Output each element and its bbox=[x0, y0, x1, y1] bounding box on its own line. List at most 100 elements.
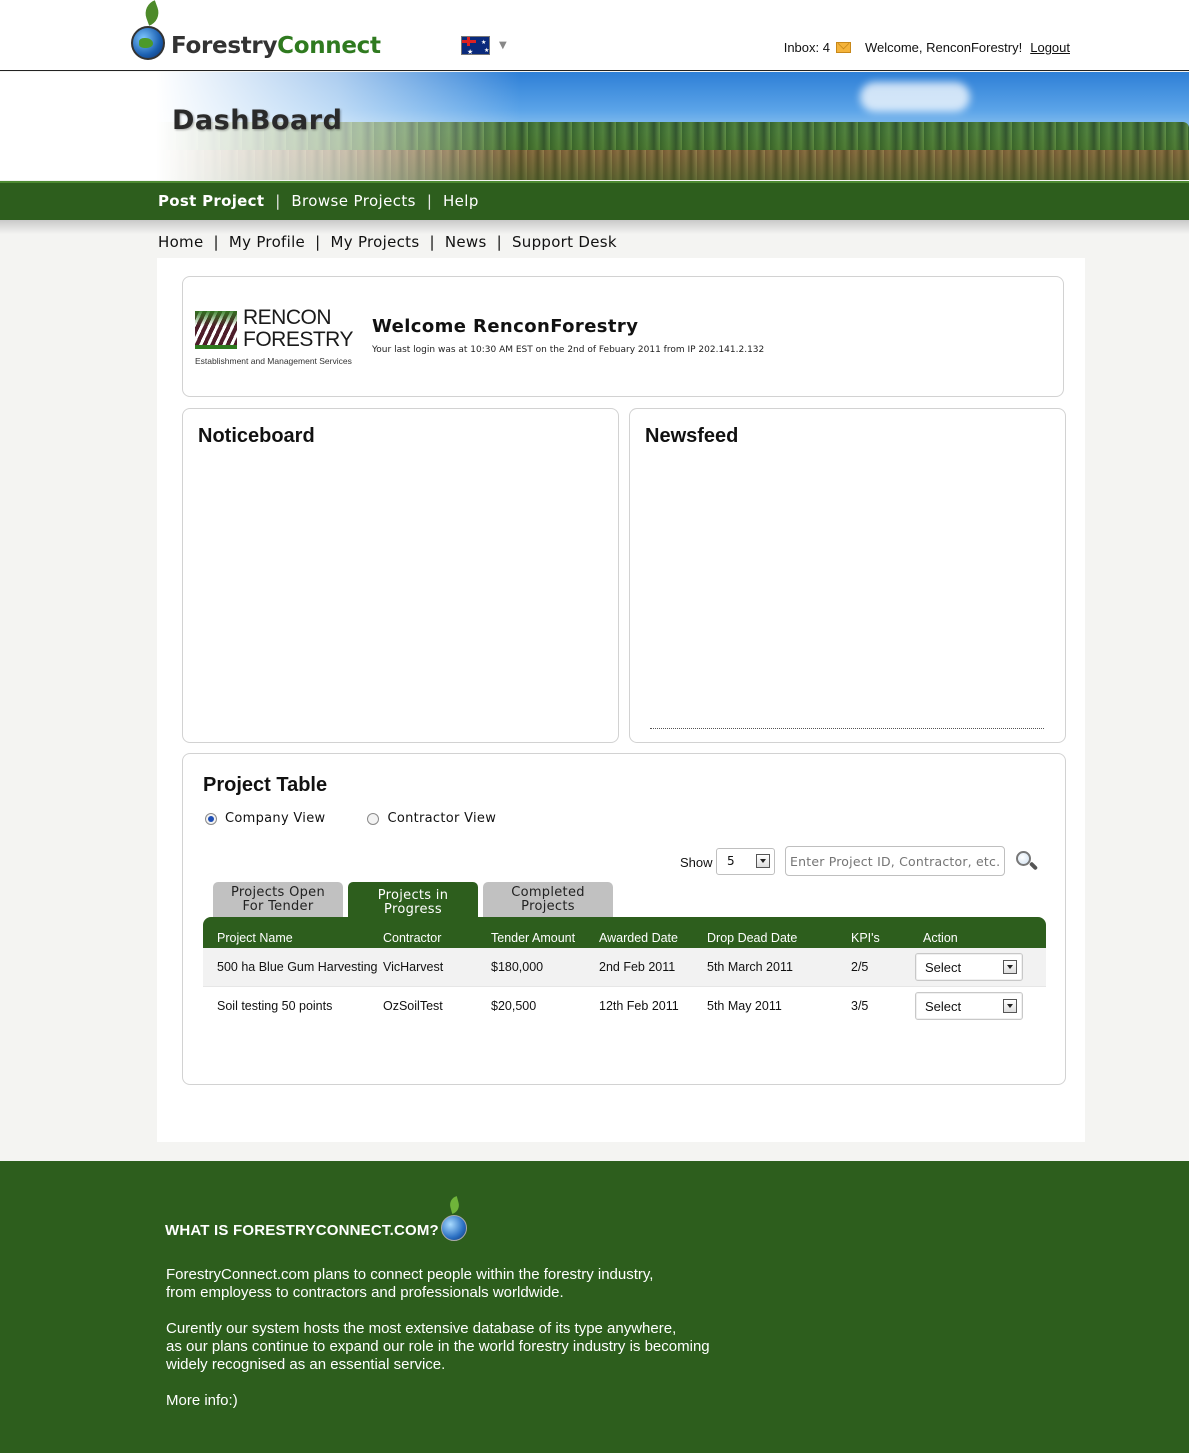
company-view-label[interactable]: Company View bbox=[225, 811, 325, 826]
footer: WHAT IS FORESTRYCONNECT.COM? ForestryCon… bbox=[0, 1161, 1189, 1453]
column-kpis[interactable]: KPI's bbox=[851, 931, 923, 945]
subnav-news[interactable]: News bbox=[445, 233, 487, 251]
table-row[interactable]: 500 ha Blue Gum Harvesting VicHarvest $1… bbox=[203, 948, 1046, 986]
rencon-logo-line2: FORESTRY bbox=[243, 328, 353, 351]
footer-text-line: as our plans continue to expand our role… bbox=[166, 1338, 710, 1355]
cell-kpis: 2/5 bbox=[851, 960, 869, 974]
flag-cross-vertical bbox=[467, 37, 470, 46]
project-table-card: Project Table Company View Contractor Vi… bbox=[182, 753, 1066, 1085]
rencon-logo-tagline: Establishment and Management Services bbox=[195, 356, 352, 366]
view-toggle: Company View Contractor View bbox=[205, 811, 538, 826]
inbox-link[interactable]: Inbox: 4 bbox=[784, 40, 830, 55]
tab-projects-open-for-tender[interactable]: Projects Open For Tender bbox=[213, 882, 343, 918]
action-select[interactable]: Select bbox=[915, 991, 1023, 1020]
cell-project-name[interactable]: Soil testing 50 points bbox=[203, 999, 383, 1013]
chevron-down-icon[interactable] bbox=[1003, 998, 1017, 1013]
leaf-icon bbox=[141, 0, 163, 26]
show-count-value: 5 bbox=[727, 854, 735, 868]
top-bar: ForestryConnect ★ ★ ★ ▼ Inbox: 4 Welcome… bbox=[0, 0, 1189, 71]
welcome-title: Welcome RenconForestry bbox=[372, 316, 639, 337]
subnav-separator: | bbox=[429, 233, 435, 251]
nav-post-project[interactable]: Post Project bbox=[158, 192, 264, 210]
table-header: Project Name Contractor Tender Amount Aw… bbox=[203, 917, 1046, 948]
banner-clouds bbox=[860, 82, 970, 112]
subnav-home[interactable]: Home bbox=[158, 233, 204, 251]
tab-label-line2: For Tender bbox=[242, 899, 314, 914]
nav-separator: | bbox=[426, 192, 432, 210]
company-view-radio[interactable] bbox=[205, 812, 217, 825]
action-select-value: Select bbox=[925, 998, 962, 1014]
footer-text-line: ForestryConnect.com plans to connect peo… bbox=[166, 1266, 654, 1283]
nav-separator: | bbox=[275, 192, 281, 210]
column-contractor[interactable]: Contractor bbox=[383, 931, 491, 945]
subnav-separator: | bbox=[213, 233, 219, 251]
welcome-card: RENCON FORESTRY Establishment and Managem… bbox=[182, 276, 1064, 397]
noticeboard-title: Noticeboard bbox=[198, 425, 315, 447]
rencon-logo-mark bbox=[195, 311, 237, 349]
cell-project-name[interactable]: 500 ha Blue Gum Harvesting bbox=[203, 960, 383, 974]
mail-icon[interactable] bbox=[835, 42, 851, 53]
sub-nav: Home | My Profile | My Projects | News |… bbox=[158, 233, 617, 251]
flag-star: ★ bbox=[467, 48, 474, 55]
nav-browse-projects[interactable]: Browse Projects bbox=[291, 192, 416, 210]
tab-label-line1: Projects in bbox=[377, 888, 449, 903]
footer-title: WHAT IS FORESTRYCONNECT.COM? bbox=[165, 1222, 439, 1239]
column-project-name[interactable]: Project Name bbox=[203, 931, 383, 945]
logo-text: ForestryConnect bbox=[171, 33, 381, 59]
column-awarded-date[interactable]: Awarded Date bbox=[599, 931, 707, 945]
footer-paragraph-1: ForestryConnect.com plans to connect peo… bbox=[166, 1266, 653, 1302]
subnav-my-projects[interactable]: My Projects bbox=[330, 233, 419, 251]
page-title: DashBoard bbox=[172, 105, 343, 136]
footer-text-line: from employess to contractors and profes… bbox=[166, 1284, 564, 1301]
flag-star: ★ bbox=[484, 47, 490, 54]
footer-logo-icon bbox=[440, 1196, 468, 1241]
chevron-down-icon[interactable] bbox=[756, 854, 770, 868]
tab-label-line2: Projects bbox=[521, 899, 575, 914]
cell-drop-dead-date: 5th May 2011 bbox=[707, 998, 782, 1013]
leaf-icon bbox=[448, 1196, 461, 1214]
project-search-input[interactable] bbox=[785, 846, 1005, 876]
contractor-view-radio[interactable] bbox=[367, 812, 380, 825]
subnav-separator: | bbox=[496, 233, 502, 251]
show-count-select[interactable]: 5 bbox=[716, 848, 775, 875]
content-panel: RENCON FORESTRY Establishment and Managem… bbox=[157, 258, 1085, 1142]
cell-tender-amount: $20,500 bbox=[491, 998, 537, 1013]
main-nav: Post Project | Browse Projects | Help bbox=[0, 181, 1189, 220]
rencon-logo-text: RENCON FORESTRY bbox=[243, 307, 353, 351]
noticeboard-card: Noticeboard bbox=[182, 408, 619, 743]
footer-paragraph-2: Curently our system hosts the most exten… bbox=[166, 1320, 710, 1374]
action-select[interactable]: Select bbox=[915, 953, 1023, 981]
rencon-forestry-logo: RENCON FORESTRY Establishment and Managem… bbox=[195, 307, 355, 367]
show-label: Show bbox=[680, 855, 713, 870]
australia-flag-icon[interactable]: ★ ★ ★ bbox=[461, 36, 490, 55]
project-table-title: Project Table bbox=[203, 774, 328, 796]
more-info-link[interactable]: More info:) bbox=[166, 1392, 238, 1410]
nav-shadow bbox=[0, 220, 1189, 234]
nav-help[interactable]: Help bbox=[443, 192, 479, 210]
subnav-support-desk[interactable]: Support Desk bbox=[512, 233, 617, 251]
cell-contractor: VicHarvest bbox=[383, 960, 444, 974]
column-action: Action bbox=[923, 931, 958, 945]
forestryconnect-logo[interactable]: ForestryConnect bbox=[127, 0, 381, 66]
action-select-value: Select bbox=[925, 960, 962, 975]
cell-action: Select bbox=[915, 991, 1043, 1020]
chevron-down-icon[interactable] bbox=[1003, 960, 1017, 974]
welcome-user-text: Welcome, RenconForestry! bbox=[864, 40, 1023, 55]
tab-projects-in-progress[interactable]: Projects in Progress bbox=[348, 882, 478, 918]
column-tender-amount[interactable]: Tender Amount bbox=[491, 931, 599, 945]
tab-label-line1: Completed bbox=[511, 885, 585, 900]
table-row[interactable]: Soil testing 50 points OzSoilTest $20,50… bbox=[203, 986, 1046, 1024]
user-area: Inbox: 4 Welcome, RenconForestry! Logout bbox=[784, 40, 1070, 55]
tab-completed-projects[interactable]: Completed Projects bbox=[483, 882, 613, 918]
cell-action: Select bbox=[915, 953, 1043, 981]
column-drop-dead-date[interactable]: Drop Dead Date bbox=[707, 931, 851, 945]
logout-link[interactable]: Logout bbox=[1030, 40, 1070, 55]
search-icon[interactable] bbox=[1014, 850, 1042, 874]
cell-tender-amount: $180,000 bbox=[491, 960, 544, 974]
project-tabs: Projects Open For Tender Projects in Pro… bbox=[213, 882, 613, 918]
globe-icon bbox=[441, 1215, 467, 1241]
subnav-my-profile[interactable]: My Profile bbox=[229, 233, 305, 251]
language-dropdown-arrow-icon[interactable]: ▼ bbox=[499, 40, 507, 51]
subnav-separator: | bbox=[315, 233, 321, 251]
contractor-view-label[interactable]: Contractor View bbox=[387, 811, 496, 826]
